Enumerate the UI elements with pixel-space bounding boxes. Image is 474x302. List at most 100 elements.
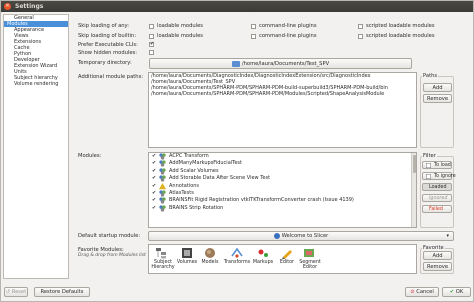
module-row-add-storable-data[interactable]: ✔ Add Storable Data After Scene View Tes… [149, 175, 416, 182]
reset-label: Reset [11, 289, 27, 295]
skip-any-scripted-label: scripted loadable modules [366, 23, 435, 29]
restore-defaults-button[interactable]: Restore Defaults [34, 287, 90, 297]
module-checkbox[interactable]: ✔ [152, 161, 157, 166]
annotation-icon [159, 182, 166, 189]
volumes-label: Volumes [176, 260, 198, 265]
module-name: Add Storable Data After Scene View Test [169, 175, 271, 182]
filter-to-load-button[interactable]: To load [422, 161, 452, 169]
puzzle-icon [159, 160, 166, 168]
modules-list[interactable]: ✔ ACPC Transform ✔ AddManyMarkupsFiducia… [148, 152, 417, 228]
module-row-brains-strip-rotation[interactable]: ✔ BRAINS Strip Rotation [149, 205, 416, 212]
segment-editor-icon[interactable] [301, 247, 317, 259]
module-checkbox[interactable]: ✔ [152, 198, 157, 203]
skip-builtin-scripted-checkbox[interactable] [358, 34, 363, 39]
cancel-button[interactable]: ⊘ Cancel [405, 287, 439, 297]
editor-label: Editor [279, 260, 295, 265]
sidebar-item-volume-rendering[interactable]: Volume rendering [4, 81, 68, 87]
models-icon[interactable] [202, 247, 218, 259]
skip-builtin-loadable-label: loadable modules [157, 33, 203, 39]
startup-module-select[interactable]: Welcome to Slicer ▾ [148, 231, 454, 241]
module-paths-list[interactable]: /home/laura/Documents/DiagnosticIndex/Di… [148, 72, 417, 148]
filter-group-title: Filter [422, 153, 437, 159]
add-favorite-button[interactable]: Add [423, 251, 452, 260]
modules-label: Modules: [78, 153, 102, 159]
chevron-down-icon: ▾ [446, 233, 449, 239]
module-row-addmanymarkups[interactable]: ✔ AddManyMarkupsFiducialTest [149, 160, 416, 168]
module-name: Add Scalar Volumes [169, 167, 219, 174]
module-checkbox[interactable]: ✔ [152, 205, 157, 211]
skip-any-loadable-checkbox[interactable] [149, 24, 154, 29]
filter-to-load-label: To load [434, 163, 451, 168]
module-checkbox[interactable]: ✔ [152, 154, 157, 159]
temp-dir-button[interactable]: /home/laura/Documents/Test_SPV [149, 58, 412, 69]
temp-dir-label: Temporary directory: [78, 60, 132, 66]
modules-scrollbar-thumb[interactable] [413, 155, 416, 173]
reset-icon: ↺ [5, 289, 11, 295]
settings-window: ✕ Settings General Modules Appearance Vi… [0, 0, 474, 302]
skip-any-loadable-label: loadable modules [157, 23, 203, 29]
favorites-hint: Drag & drop from Modules list [78, 253, 146, 258]
remove-path-button[interactable]: Remove [423, 94, 452, 103]
volumes-icon[interactable] [179, 247, 195, 259]
module-row-add-scalar-volumes[interactable]: ✔ Add Scalar Volumes [149, 168, 416, 175]
skip-builtin-cli-checkbox[interactable] [251, 34, 256, 39]
ok-button[interactable]: ✔ OK [442, 287, 471, 297]
module-path-item[interactable]: /home/laura/Documents/SPHARM-PDM/SPHARM-… [149, 91, 416, 97]
skip-builtin-loadable-checkbox[interactable] [149, 34, 154, 39]
module-checkbox[interactable]: ✔ [152, 183, 157, 189]
module-checkbox[interactable]: ✔ [152, 190, 157, 196]
segment-editor-label: Segment Editor [299, 260, 321, 270]
editor-icon[interactable] [279, 247, 295, 259]
module-name: BRAINSFit Rigid Registration vtkITKTrans… [169, 197, 354, 204]
module-row-atlastests[interactable]: ✔ AtlasTests [149, 190, 416, 197]
prefer-exec-label: Prefer Executable CLIs: [78, 42, 138, 48]
reset-button[interactable]: ↺ Reset [4, 287, 28, 297]
markups-icon[interactable] [255, 247, 271, 259]
ok-label: OK [455, 289, 464, 295]
module-row-brainsfit-rigid[interactable]: ✔ BRAINSFit Rigid Registration vtkITKTra… [149, 197, 416, 204]
module-row-annotations[interactable]: ✔ Annotations [149, 182, 416, 190]
module-name: ACPC Transform [169, 153, 209, 159]
temp-dir-value: /home/laura/Documents/Test_SPV [241, 61, 330, 67]
paths-group-title: Paths [422, 73, 439, 79]
puzzle-icon [159, 175, 166, 182]
skip-any-cli-checkbox[interactable] [251, 24, 256, 29]
show-hidden-checkbox[interactable] [149, 50, 154, 55]
models-label: Models [201, 260, 219, 265]
check-box-icon [426, 174, 431, 179]
markups-label: Markups [252, 260, 274, 265]
favorites-toolbar[interactable]: Subject Hierarchy Volumes Models Transfo… [148, 244, 417, 274]
skip-builtin-cli-label: command-line plugins [259, 33, 317, 39]
window-title: Settings [15, 3, 44, 10]
subject-hierarchy-icon[interactable] [155, 247, 171, 259]
close-window-button[interactable]: ✕ [4, 3, 11, 10]
prefer-exec-checkbox[interactable] [149, 41, 154, 47]
cancel-icon: ⊘ [410, 289, 415, 295]
ok-icon: ✔ [449, 289, 455, 295]
remove-favorite-button[interactable]: Remove [423, 262, 452, 271]
check-box-icon [426, 163, 431, 168]
module-row-acpc-transform[interactable]: ✔ ACPC Transform [149, 153, 416, 160]
folder-icon [231, 60, 240, 67]
module-checkbox[interactable]: ✔ [152, 168, 157, 174]
module-checkbox[interactable]: ✔ [152, 176, 157, 181]
filter-to-ignore-label: To ignore [434, 174, 456, 179]
skip-any-scripted-checkbox[interactable] [358, 24, 363, 29]
puzzle-icon [159, 190, 166, 197]
filter-failed-button[interactable]: Failed [422, 205, 452, 213]
show-hidden-label: Show hidden modules: [78, 50, 137, 56]
puzzle-icon [159, 205, 166, 212]
skip-any-cli-label: command-line plugins [259, 23, 317, 29]
module-paths-label: Additional module paths: [78, 74, 144, 80]
filter-loaded-button[interactable]: Loaded [422, 183, 452, 191]
modules-scrollbar[interactable] [411, 153, 416, 227]
filter-ignored-button[interactable]: Ignored [422, 194, 452, 202]
filter-to-ignore-button[interactable]: To ignore [422, 172, 456, 180]
transforms-icon[interactable] [229, 247, 245, 259]
skip-builtin-label: Skip loading of builtin: [78, 33, 137, 39]
add-path-button[interactable]: Add [423, 83, 452, 92]
skip-any-label: Skip loading of any: [78, 23, 129, 29]
cancel-label: Cancel [416, 289, 434, 295]
settings-category-list[interactable]: General Modules Appearance Views Extensi… [3, 14, 69, 279]
puzzle-icon [159, 153, 166, 160]
